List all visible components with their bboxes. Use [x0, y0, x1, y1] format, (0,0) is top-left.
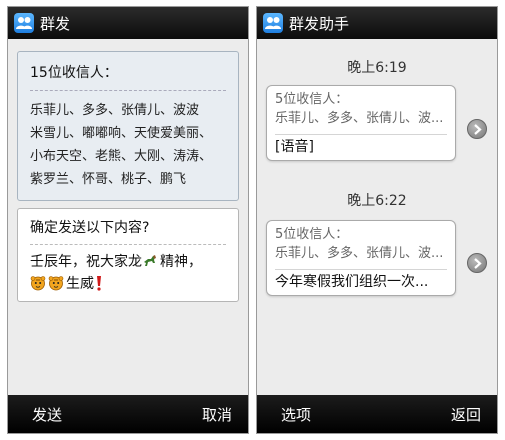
- softkey-bar: 选项 返回: [257, 395, 497, 433]
- softkey-bar: 发送 取消: [8, 395, 248, 433]
- recipients-count-label: 15位收信人：: [30, 62, 226, 91]
- message-timestamp: 晚上6:22: [347, 193, 407, 209]
- recipients-preview: 乐菲儿、多多、张倩儿、波...: [275, 244, 447, 270]
- back-button[interactable]: 返回: [451, 404, 481, 425]
- group-send-screen: 群发 15位收信人： 乐菲儿、多多、张倩儿、波波 米雪儿、嘟嘟响、天使爱美丽、 …: [7, 6, 249, 434]
- title-bar: 群发: [8, 7, 248, 39]
- recipient-list-line: 紫罗兰、怀哥、桃子、鹏飞: [30, 172, 187, 187]
- message-preview: 壬辰年，祝大家龙 精神， 生威: [30, 251, 226, 295]
- recipients-count-label: 5位收信人：: [275, 227, 349, 242]
- cancel-button[interactable]: 取消: [202, 404, 232, 425]
- chevron-right-icon[interactable]: [467, 253, 487, 273]
- recipient-list-line: 乐菲儿、多多、张倩儿、波波: [30, 103, 200, 118]
- tiger-emoji-icon: [30, 275, 46, 291]
- recipient-list-line: 小布天空、老熊、大刚、涛涛、: [30, 149, 213, 164]
- message-text: 精神，: [160, 254, 202, 270]
- group-chat-icon: [14, 13, 34, 33]
- message-timestamp: 晚上6:19: [347, 60, 407, 76]
- recipient-list-line: 米雪儿、嘟嘟响、天使爱美丽、: [30, 126, 213, 141]
- chevron-right-icon[interactable]: [467, 119, 487, 139]
- tiger-emoji-icon: [48, 275, 64, 291]
- title-bar: 群发助手: [257, 7, 497, 39]
- recipients-count-label: 5位收信人：: [275, 92, 349, 107]
- group-chat-icon: [263, 13, 283, 33]
- confirm-question: 确定发送以下内容?: [30, 217, 226, 245]
- page-title: 群发助手: [289, 14, 350, 33]
- exclamation-emoji-icon: [94, 275, 110, 291]
- confirm-panel: 确定发送以下内容? 壬辰年，祝大家龙 精神， 生威: [17, 208, 239, 302]
- message-text: 生威: [66, 276, 94, 292]
- options-button[interactable]: 选项: [281, 404, 311, 425]
- message-body: [语音]: [275, 139, 314, 155]
- group-send-assistant-screen: 群发助手 晚上6:19 5位收信人： 乐菲儿、多多、张倩儿、波... [语音] …: [256, 6, 498, 434]
- recipients-panel[interactable]: 15位收信人： 乐菲儿、多多、张倩儿、波波 米雪儿、嘟嘟响、天使爱美丽、 小布天…: [17, 51, 239, 201]
- sent-message-card[interactable]: 5位收信人： 乐菲儿、多多、张倩儿、波... 今年寒假我们组织一次...: [266, 220, 456, 296]
- send-button[interactable]: 发送: [32, 404, 62, 425]
- message-text: 壬辰年，祝大家龙: [30, 254, 142, 270]
- message-body: 今年寒假我们组织一次...: [275, 274, 429, 290]
- sent-message-card[interactable]: 5位收信人： 乐菲儿、多多、张倩儿、波... [语音]: [266, 85, 456, 161]
- recipients-preview: 乐菲儿、多多、张倩儿、波...: [275, 109, 447, 135]
- page-title: 群发: [40, 14, 71, 33]
- horse-emoji-icon: [142, 253, 158, 269]
